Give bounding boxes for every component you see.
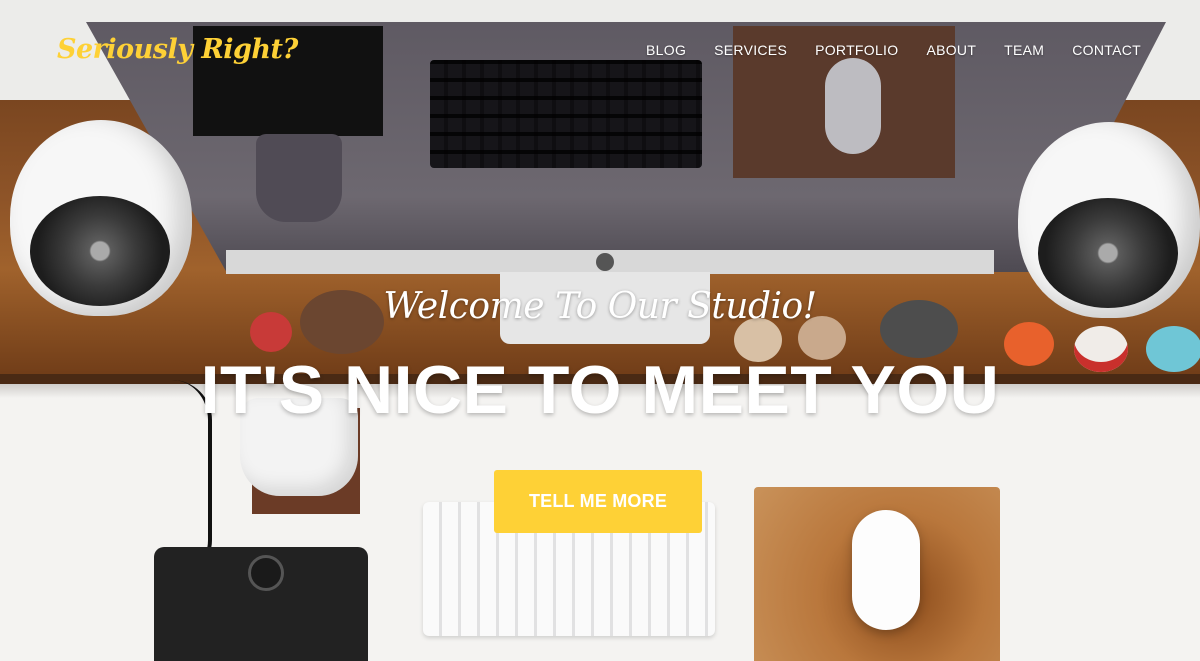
nav-item-contact: CONTACT (1072, 42, 1141, 60)
nav-item-services: SERVICES (714, 42, 787, 60)
nav-item-team: TEAM (1004, 42, 1044, 60)
tell-me-more-button[interactable]: TELL ME MORE (494, 470, 702, 533)
nav-item-about: ABOUT (926, 42, 976, 60)
nav-link-blog[interactable]: BLOG (646, 42, 686, 58)
nav-link-about[interactable]: ABOUT (926, 42, 976, 58)
nav-link-portfolio[interactable]: PORTFOLIO (815, 42, 898, 58)
drawing-tablet (154, 547, 368, 661)
nav-link-team[interactable]: TEAM (1004, 42, 1044, 58)
hero-lead-in: Welcome To Our Studio! (383, 286, 817, 327)
navbar: Seriously Right? BLOG SERVICES PORTFOLIO… (0, 0, 1200, 100)
hero-heading: IT'S NICE TO MEET YOU (200, 352, 1000, 428)
apple-logo-icon (596, 253, 614, 271)
hero-intro: Welcome To Our Studio! (0, 280, 1200, 334)
monitor-reflection-mug (256, 134, 342, 222)
brand-logo[interactable]: Seriously Right? (57, 34, 298, 65)
nav-item-blog: BLOG (646, 42, 686, 60)
mouse (852, 510, 920, 630)
nav-menu: BLOG SERVICES PORTFOLIO ABOUT TEAM CONTA… (618, 42, 1141, 60)
nav-item-portfolio: PORTFOLIO (815, 42, 898, 60)
tablet-dial (248, 555, 284, 591)
nav-link-services[interactable]: SERVICES (714, 42, 787, 58)
nav-link-contact[interactable]: CONTACT (1072, 42, 1141, 58)
